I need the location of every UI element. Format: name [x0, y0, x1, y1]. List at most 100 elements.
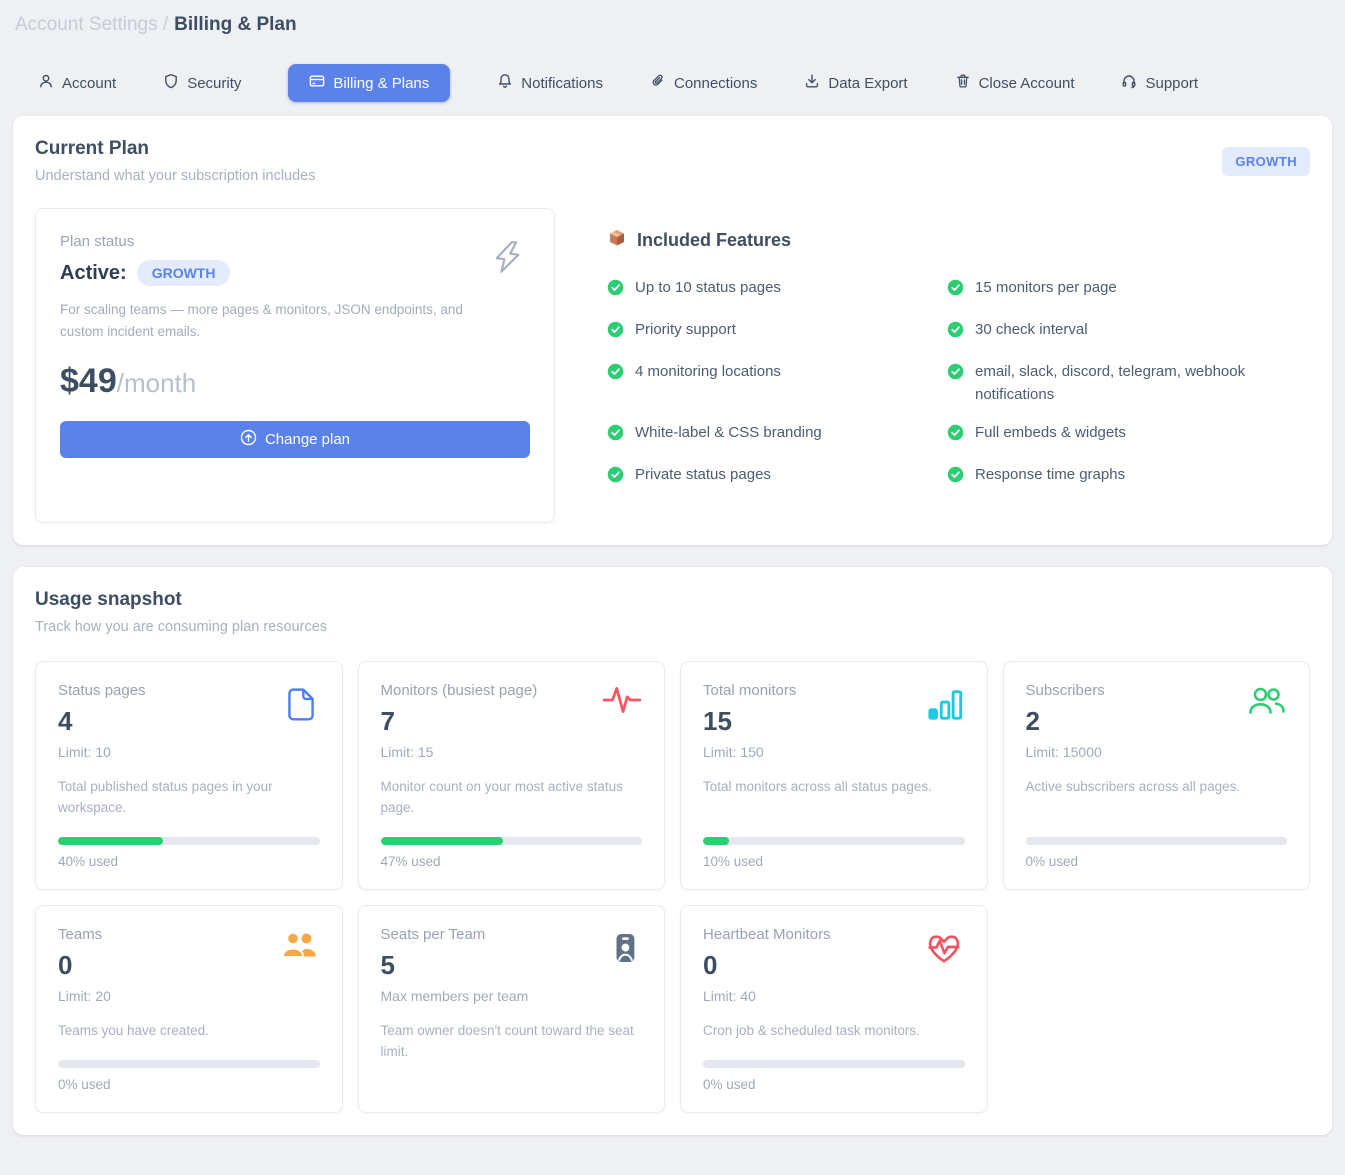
usage-value: 5	[381, 950, 643, 981]
feature-text: Full embeds & widgets	[975, 422, 1126, 444]
progress-track	[703, 837, 965, 845]
feature-item: 15 monitors per page	[947, 277, 1310, 303]
tab-security[interactable]: Security	[163, 64, 241, 102]
plan-status-badge: GROWTH	[137, 260, 231, 286]
feature-item: email, slack, discord, telegram, webhook…	[947, 361, 1310, 405]
usage-progress: 0% used	[703, 1042, 965, 1092]
usage-value: 4	[58, 706, 320, 737]
check-circle-icon	[947, 422, 964, 448]
usage-snapshot-card: Usage snapshot Track how you are consumi…	[13, 567, 1332, 1135]
tab-connections[interactable]: Connections	[650, 64, 757, 102]
check-circle-icon	[947, 319, 964, 345]
usage-limit: Limit: 40	[703, 988, 965, 1004]
usage-description: Active subscribers across all pages.	[1026, 777, 1288, 798]
feature-item: Response time graphs	[947, 464, 1310, 490]
change-plan-button[interactable]: Change plan	[60, 421, 530, 458]
plan-status-row: Active: GROWTH	[60, 260, 530, 286]
usage-progress: 0% used	[1026, 819, 1288, 869]
usage-label: Status pages	[58, 682, 320, 699]
feature-text: 4 monitoring locations	[635, 361, 781, 383]
current-plan-card: Current Plan Understand what your subscr…	[13, 116, 1332, 545]
usage-limit: Max members per team	[381, 988, 643, 1004]
usage-percent-label: 0% used	[703, 1077, 965, 1092]
feature-text: Up to 10 status pages	[635, 277, 781, 299]
usage-limit: Limit: 15000	[1026, 744, 1288, 760]
usage-card-monitors-busiest: Monitors (busiest page) 7 Limit: 15 Moni…	[358, 661, 666, 890]
usage-card-subscribers: Subscribers 2 Limit: 15000 Active subscr…	[1003, 661, 1311, 890]
tab-label: Data Export	[828, 75, 907, 92]
usage-limit: Limit: 150	[703, 744, 965, 760]
usage-description: Team owner doesn't count toward the seat…	[381, 1021, 643, 1063]
usage-label: Total monitors	[703, 682, 965, 699]
check-circle-icon	[607, 361, 624, 387]
tab-label: Billing & Plans	[333, 75, 429, 92]
progress-fill	[381, 837, 504, 845]
feature-item: 30 check interval	[947, 319, 1310, 345]
check-circle-icon	[947, 464, 964, 490]
tab-billing-plans[interactable]: Billing & Plans	[288, 64, 450, 102]
feature-item: 4 monitoring locations	[607, 361, 947, 405]
included-features: Included Features Up to 10 status pages …	[607, 208, 1310, 523]
tab-data-export[interactable]: Data Export	[804, 64, 907, 102]
usage-label: Seats per Team	[381, 926, 643, 943]
credit-card-icon	[309, 73, 325, 93]
breadcrumb-section[interactable]: Account Settings /	[15, 14, 168, 35]
included-features-header: Included Features	[607, 228, 1310, 253]
usage-progress: 47% used	[381, 819, 643, 869]
breadcrumb: Account Settings / Billing & Plan	[13, 0, 1332, 44]
usage-card-total-monitors: Total monitors 15 Limit: 150 Total monit…	[680, 661, 988, 890]
usage-limit: Limit: 10	[58, 744, 320, 760]
feature-text: Response time graphs	[975, 464, 1125, 486]
tab-close-account[interactable]: Close Account	[955, 64, 1075, 102]
progress-fill	[58, 837, 163, 845]
current-plan-heading-group: Current Plan Understand what your subscr…	[35, 138, 315, 184]
shield-icon	[163, 73, 179, 93]
breadcrumb-page: Billing & Plan	[174, 14, 296, 35]
tab-label: Notifications	[521, 75, 603, 92]
check-circle-icon	[607, 319, 624, 345]
usage-progress: 10% used	[703, 819, 965, 869]
tab-label: Support	[1145, 75, 1198, 92]
feature-item: Full embeds & widgets	[947, 422, 1310, 448]
feature-item: Priority support	[607, 319, 947, 345]
billing-page: Account Settings / Billing & Plan Account…	[0, 0, 1345, 1175]
usage-description: Cron job & scheduled task monitors.	[703, 1021, 965, 1042]
download-icon	[804, 73, 820, 93]
check-circle-icon	[607, 464, 624, 490]
usage-percent-label: 0% used	[1026, 854, 1288, 869]
usage-limit: Limit: 20	[58, 988, 320, 1004]
usage-description: Monitor count on your most active status…	[381, 777, 643, 819]
feature-text: White-label & CSS branding	[635, 422, 822, 444]
lightning-icon	[488, 235, 528, 284]
id-badge-icon	[608, 928, 642, 973]
progress-track	[58, 1060, 320, 1068]
usage-description: Total published status pages in your wor…	[58, 777, 320, 819]
tab-support[interactable]: Support	[1121, 64, 1198, 102]
usage-card-teams: Teams 0 Limit: 20 Teams you have created…	[35, 905, 343, 1113]
plan-tier-badge: GROWTH	[1222, 147, 1310, 176]
link-icon	[650, 73, 666, 93]
tab-label: Account	[62, 75, 116, 92]
usage-card-seats-per-team: Seats per Team 5 Max members per team Te…	[358, 905, 666, 1113]
usage-percent-label: 0% used	[58, 1077, 320, 1092]
feature-item: Private status pages	[607, 464, 947, 490]
pulse-icon	[602, 684, 642, 721]
current-plan-header: Current Plan Understand what your subscr…	[35, 138, 1310, 184]
usage-description: Total monitors across all status pages.	[703, 777, 965, 798]
tab-notifications[interactable]: Notifications	[497, 64, 603, 102]
current-plan-title: Current Plan	[35, 138, 315, 160]
tab-account[interactable]: Account	[38, 64, 116, 102]
usage-progress: 40% used	[58, 819, 320, 869]
progress-track	[703, 1060, 965, 1068]
current-plan-body: Plan status Active: GROWTH For scaling t…	[35, 208, 1310, 523]
plan-description: For scaling teams — more pages & monitor…	[60, 299, 470, 342]
price-period: /month	[117, 368, 197, 398]
check-circle-icon	[607, 277, 624, 303]
bar-chart-icon	[927, 684, 965, 729]
progress-fill	[703, 837, 729, 845]
trash-icon	[955, 73, 971, 93]
users-filled-icon	[280, 928, 320, 969]
arrow-up-circle-icon	[240, 429, 257, 450]
usage-subtitle: Track how you are consuming plan resourc…	[35, 619, 1310, 635]
check-circle-icon	[607, 422, 624, 448]
